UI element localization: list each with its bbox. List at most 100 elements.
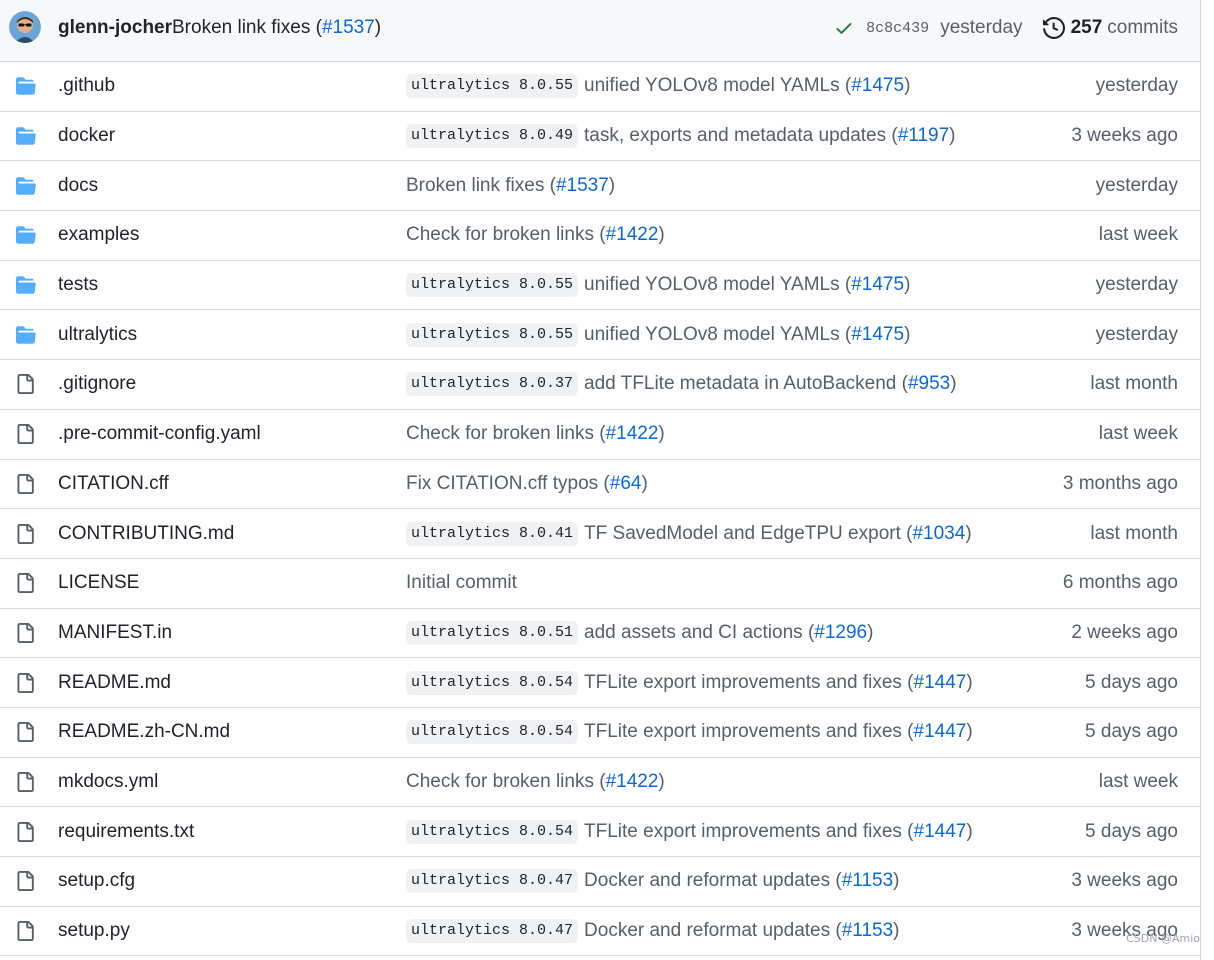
commit-age[interactable]: yesterday: [1096, 175, 1178, 197]
commit-age[interactable]: 3 weeks ago: [1071, 870, 1178, 892]
release-tag[interactable]: ultralytics 8.0.54: [406, 670, 579, 695]
commit-age[interactable]: last week: [1099, 224, 1178, 246]
commit-time[interactable]: yesterday: [940, 17, 1022, 39]
file-name-link[interactable]: examples: [58, 224, 139, 246]
commit-message-link[interactable]: Docker and reformat updates: [584, 870, 830, 891]
file-name-link[interactable]: .pre-commit-config.yaml: [58, 423, 261, 445]
file-row: setup.cfg ultralytics 8.0.47 Docker and r…: [0, 857, 1200, 907]
release-tag[interactable]: ultralytics 8.0.47: [406, 869, 579, 894]
file-name-link[interactable]: .gitignore: [58, 373, 136, 395]
release-tag[interactable]: ultralytics 8.0.47: [406, 919, 579, 944]
commit-age[interactable]: 6 months ago: [1063, 572, 1178, 594]
pr-link[interactable]: #1197: [898, 125, 949, 146]
release-tag[interactable]: ultralytics 8.0.41: [406, 521, 579, 546]
file-row: tests ultralytics 8.0.55 unified YOLOv8 m…: [0, 261, 1200, 311]
pr-link[interactable]: #1447: [914, 672, 967, 693]
commit-message-link[interactable]: Docker and reformat updates: [584, 920, 830, 941]
folder-icon: [15, 76, 37, 96]
file-name-link[interactable]: README.zh-CN.md: [58, 721, 230, 743]
commit-message-link[interactable]: Check for broken links: [406, 423, 594, 444]
file-icon: [15, 771, 35, 793]
commit-message-link[interactable]: TFLite export improvements and fixes: [584, 821, 902, 842]
file-name-link[interactable]: docs: [58, 175, 98, 197]
commit-message-link[interactable]: TF SavedModel and EdgeTPU export: [584, 523, 901, 544]
pr-link[interactable]: #1447: [914, 821, 967, 842]
commit-age[interactable]: last month: [1090, 523, 1178, 545]
release-tag[interactable]: ultralytics 8.0.55: [406, 273, 579, 298]
latest-commit-pr-link[interactable]: #1537: [322, 17, 375, 38]
commit-author[interactable]: glenn-jocher: [58, 17, 172, 39]
file-name-link[interactable]: CONTRIBUTING.md: [58, 523, 234, 545]
pr-link[interactable]: #1153: [842, 870, 893, 891]
file-name-link[interactable]: setup.py: [58, 920, 130, 942]
history-icon[interactable]: [1042, 17, 1065, 39]
pr-link[interactable]: #64: [610, 473, 642, 494]
commit-age[interactable]: yesterday: [1096, 324, 1178, 346]
commit-age[interactable]: 2 weeks ago: [1071, 622, 1178, 644]
commits-count[interactable]: 257: [1071, 17, 1103, 39]
commit-age[interactable]: 5 days ago: [1085, 672, 1178, 694]
pr-link[interactable]: #1422: [606, 224, 659, 245]
pr-link[interactable]: #1447: [914, 721, 967, 742]
pr-link[interactable]: #1296: [814, 622, 867, 643]
commit-sha[interactable]: 8c8c439: [866, 20, 929, 37]
commit-message-link[interactable]: add TFLite metadata in AutoBackend: [584, 373, 896, 394]
file-name-link[interactable]: mkdocs.yml: [58, 771, 158, 793]
file-icon: [15, 572, 35, 594]
commit-message-link[interactable]: Check for broken links: [406, 771, 594, 792]
release-tag[interactable]: ultralytics 8.0.54: [406, 819, 579, 844]
file-row: .gitignore ultralytics 8.0.37 add TFLite …: [0, 360, 1200, 410]
file-name-link[interactable]: CITATION.cff: [58, 473, 169, 495]
commit-message: Broken link fixes (#1537): [406, 174, 616, 196]
release-tag[interactable]: ultralytics 8.0.55: [406, 322, 579, 347]
release-tag[interactable]: ultralytics 8.0.49: [406, 124, 579, 149]
commit-age[interactable]: yesterday: [1096, 75, 1178, 97]
release-tag[interactable]: ultralytics 8.0.54: [406, 720, 579, 745]
commit-age[interactable]: last week: [1099, 771, 1178, 793]
check-icon[interactable]: [834, 18, 854, 38]
commit-message-link[interactable]: Initial commit: [406, 572, 517, 593]
latest-commit-text[interactable]: Broken link fixes: [172, 17, 310, 38]
file-name-link[interactable]: .github: [58, 75, 115, 97]
pr-link[interactable]: #1422: [606, 423, 659, 444]
pr-link[interactable]: #1422: [606, 771, 659, 792]
commit-age[interactable]: yesterday: [1096, 274, 1178, 296]
pr-link[interactable]: #1475: [851, 75, 904, 96]
commit-age[interactable]: 5 days ago: [1085, 821, 1178, 843]
commit-message-link[interactable]: unified YOLOv8 model YAMLs: [584, 75, 840, 96]
release-tag[interactable]: ultralytics 8.0.51: [406, 620, 579, 645]
file-name-link[interactable]: ultralytics: [58, 324, 137, 346]
pr-link[interactable]: #1475: [851, 274, 904, 295]
pr-link[interactable]: #1034: [912, 523, 965, 544]
commit-age[interactable]: last week: [1099, 423, 1178, 445]
commit-age[interactable]: 3 months ago: [1063, 473, 1178, 495]
file-name-link[interactable]: README.md: [58, 672, 171, 694]
file-name-link[interactable]: MANIFEST.in: [58, 622, 172, 644]
file-name-link[interactable]: tests: [58, 274, 98, 296]
pr-link[interactable]: #953: [908, 373, 950, 394]
commit-message-link[interactable]: TFLite export improvements and fixes: [584, 721, 902, 742]
avatar[interactable]: [9, 11, 41, 43]
file-icon: [15, 721, 35, 743]
commit-message-link[interactable]: unified YOLOv8 model YAMLs: [584, 324, 840, 345]
pr-link[interactable]: #1153: [842, 920, 893, 941]
commit-age[interactable]: last month: [1090, 373, 1178, 395]
release-tag[interactable]: ultralytics 8.0.55: [406, 74, 579, 99]
commit-age[interactable]: 3 weeks ago: [1071, 125, 1178, 147]
pr-link[interactable]: #1475: [851, 324, 904, 345]
file-name-link[interactable]: LICENSE: [58, 572, 139, 594]
file-name-link[interactable]: requirements.txt: [58, 821, 194, 843]
pr-link[interactable]: #1537: [556, 175, 609, 196]
commit-message-link[interactable]: add assets and CI actions: [584, 622, 803, 643]
commit-message-link[interactable]: Fix CITATION.cff typos: [406, 473, 598, 494]
file-name-link[interactable]: docker: [58, 125, 115, 147]
commit-message-link[interactable]: TFLite export improvements and fixes: [584, 672, 902, 693]
commit-message-link[interactable]: task, exports and metadata updates: [584, 125, 886, 146]
file-name-link[interactable]: setup.cfg: [58, 870, 135, 892]
commit-age[interactable]: 5 days ago: [1085, 721, 1178, 743]
release-tag[interactable]: ultralytics 8.0.37: [406, 372, 579, 397]
commit-message-link[interactable]: Check for broken links: [406, 224, 594, 245]
commits-label[interactable]: commits: [1107, 17, 1178, 39]
commit-message-link[interactable]: Broken link fixes: [406, 175, 544, 196]
commit-message-link[interactable]: unified YOLOv8 model YAMLs: [584, 274, 840, 295]
